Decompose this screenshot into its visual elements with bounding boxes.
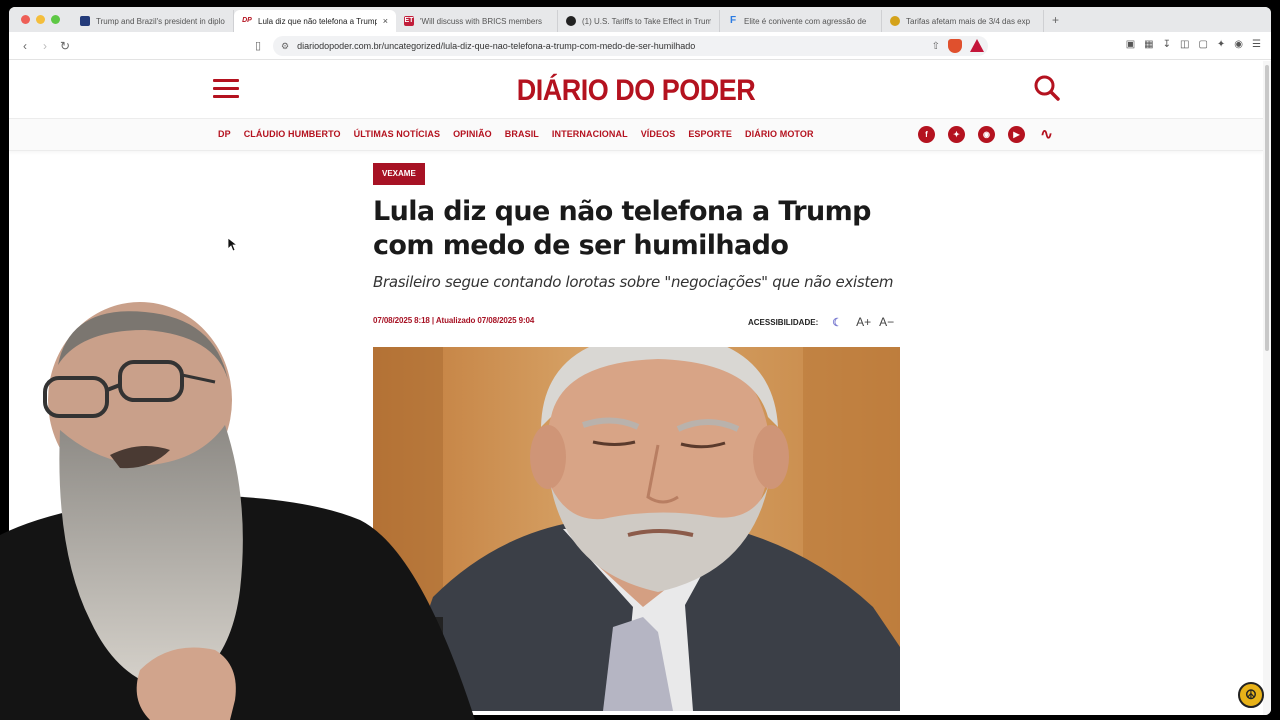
menu-item-ultimas-noticias[interactable]: ÚLTIMAS NOTÍCIAS	[354, 129, 440, 139]
tab-title: 'Will discuss with BRICS members	[420, 16, 542, 26]
tab-3[interactable]: ET 'Will discuss with BRICS members	[396, 10, 558, 32]
tab-title: (1) U.S. Tariffs to Take Effect in Trum	[582, 16, 711, 26]
navigation-bar: ‹ › ↻ ▯ ⚙ diariodopoder.com.br/uncategor…	[9, 32, 1271, 60]
menu-item-videos[interactable]: VÍDEOS	[641, 129, 676, 139]
facebook-icon[interactable]: f	[918, 126, 935, 143]
search-icon[interactable]	[1033, 74, 1061, 102]
site-header: DIÁRIO DO PODER	[9, 61, 1263, 119]
brave-rewards-icon[interactable]	[970, 39, 984, 52]
dark-mode-icon[interactable]: ☾	[832, 316, 842, 329]
minimize-window-button[interactable]	[36, 15, 45, 24]
channel-logo-icon: ☮	[1238, 682, 1264, 708]
vpn-icon[interactable]: ◉	[1234, 39, 1243, 50]
maximize-window-button[interactable]	[51, 15, 60, 24]
menu-icon[interactable]: ☰	[1252, 39, 1261, 50]
tab-title: Lula diz que não telefona a Trump	[258, 16, 377, 26]
extensions-icon[interactable]: ▣	[1126, 39, 1135, 50]
f-favicon-icon: F	[729, 15, 737, 26]
accessibility-controls: ACESSIBILIDADE: ☾ A+ A−	[748, 315, 894, 329]
menu-item-dp[interactable]: DP	[218, 129, 231, 139]
menu-item-claudio-humberto[interactable]: CLÁUDIO HUMBERTO	[244, 129, 341, 139]
bookmark-icon[interactable]: ▯	[255, 39, 261, 52]
back-icon[interactable]: ‹	[15, 39, 35, 53]
font-increase-button[interactable]: A+	[856, 315, 871, 329]
tab-5[interactable]: F Elite é conivente com agressão de	[720, 10, 882, 32]
accessibility-label: ACESSIBILIDADE:	[748, 317, 819, 327]
brave-shield-icon[interactable]	[948, 39, 962, 53]
tab-2-active[interactable]: DP Lula diz que não telefona a Trump ×	[234, 10, 396, 32]
mouse-cursor-icon	[228, 238, 238, 252]
font-decrease-button[interactable]: A−	[879, 315, 894, 329]
main-menu: DP CLÁUDIO HUMBERTO ÚLTIMAS NOTÍCIAS OPI…	[9, 119, 1263, 151]
category-tag[interactable]: VEXAME	[373, 163, 425, 185]
social-links: f ✦ ◉ ▶ ∿	[918, 126, 1055, 143]
address-bar[interactable]: ⚙ diariodopoder.com.br/uncategorized/lul…	[273, 36, 988, 56]
youtube-icon[interactable]: ▶	[1008, 126, 1025, 143]
new-tab-button[interactable]: +	[1052, 13, 1059, 27]
tab-bar: Trump and Brazil's president in diplom D…	[9, 7, 1271, 32]
tab-1[interactable]: Trump and Brazil's president in diplom	[72, 10, 234, 32]
article-headline: Lula diz que não telefona a Trump com me…	[373, 196, 871, 261]
sidebar-icon[interactable]: ◫	[1180, 39, 1189, 50]
close-tab-icon[interactable]: ×	[383, 16, 388, 26]
window-controls	[21, 15, 60, 24]
tab-title: Tarifas afetam mais de 3/4 das exp	[906, 16, 1031, 26]
news-favicon-icon	[80, 16, 90, 26]
tab-title: Trump and Brazil's president in diplom	[96, 16, 225, 26]
et-favicon-icon: ET	[404, 16, 414, 26]
leo-icon[interactable]: ✦	[1217, 39, 1225, 50]
presenter-webcam-overlay	[0, 302, 475, 720]
url-text: diariodopoder.com.br/uncategorized/lula-…	[297, 41, 696, 51]
download-icon[interactable]: ↧	[1163, 39, 1171, 50]
menu-item-opiniao[interactable]: OPINIÃO	[453, 129, 492, 139]
tab-title: Elite é conivente com agressão de	[744, 16, 867, 26]
coin-favicon-icon	[890, 16, 900, 26]
close-window-button[interactable]	[21, 15, 30, 24]
instagram-icon[interactable]: ◉	[978, 126, 995, 143]
site-logo[interactable]: DIÁRIO DO PODER	[9, 73, 1263, 107]
rss-icon[interactable]: ∿	[1038, 126, 1055, 143]
tab-4[interactable]: (1) U.S. Tariffs to Take Effect in Trum	[558, 10, 720, 32]
wallet-icon[interactable]: ▢	[1198, 39, 1207, 50]
reload-icon[interactable]: ↻	[55, 39, 75, 53]
menu-item-brasil[interactable]: BRASIL	[505, 129, 539, 139]
menu-item-esporte[interactable]: ESPORTE	[688, 129, 732, 139]
twitter-icon[interactable]: ✦	[948, 126, 965, 143]
article-subtitle: Brasileiro segue contando lorotas sobre …	[373, 273, 894, 291]
dp-favicon-icon: DP	[242, 16, 252, 26]
site-settings-icon[interactable]: ⚙	[281, 41, 289, 52]
forward-icon[interactable]: ›	[35, 39, 55, 53]
menu-list: DP CLÁUDIO HUMBERTO ÚLTIMAS NOTÍCIAS OPI…	[218, 129, 814, 139]
share-icon[interactable]: ⇧	[932, 41, 940, 52]
toolbar-right: ▣ ▦ ↧ ◫ ▢ ✦ ◉ ☰	[1126, 39, 1261, 50]
tab-6[interactable]: Tarifas afetam mais de 3/4 das exp	[882, 10, 1044, 32]
menu-item-internacional[interactable]: INTERNACIONAL	[552, 129, 628, 139]
page-scrollbar[interactable]	[1263, 61, 1271, 715]
reader-icon[interactable]: ▦	[1144, 39, 1153, 50]
scrollbar-thumb[interactable]	[1265, 65, 1269, 351]
menu-item-diario-motor[interactable]: DIÁRIO MOTOR	[745, 129, 814, 139]
threads-favicon-icon	[566, 16, 576, 26]
